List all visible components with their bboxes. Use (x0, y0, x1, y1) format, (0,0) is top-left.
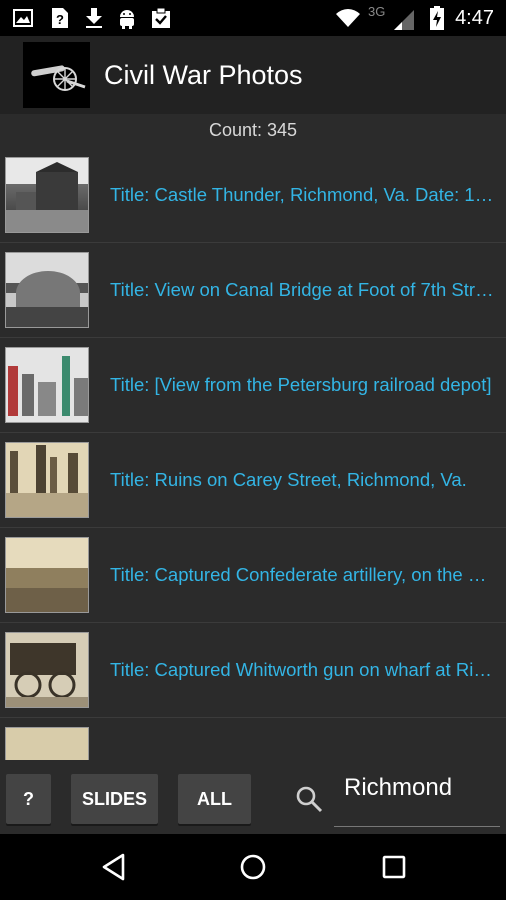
app-title: Civil War Photos (104, 60, 303, 90)
photo-title[interactable]: Title: [View from the Petersburg railroa… (110, 338, 498, 432)
photo-title[interactable]: Title: Captured Confederate artillery, o… (110, 528, 498, 622)
home-icon[interactable] (213, 834, 293, 900)
photo-row[interactable]: Title: Castle Thunder, Richmond, Va. Dat… (0, 148, 506, 243)
photo-title[interactable]: Title: View on Canal Bridge at Foot of 7… (110, 243, 498, 337)
photo-thumbnail (5, 632, 89, 708)
search-input[interactable]: Richmond (334, 768, 500, 827)
wifi-icon (334, 0, 362, 36)
photo-title[interactable]: Title: Captured Whitworth gun on wharf a… (110, 623, 498, 717)
count-label: Count: 345 (208, 120, 298, 140)
photo-thumbnail (5, 347, 89, 423)
sim-question-icon: ? (48, 0, 72, 36)
photo-row[interactable] (0, 718, 506, 760)
cannon-icon[interactable] (23, 42, 90, 108)
search-icon[interactable] (294, 784, 324, 814)
photo-row[interactable]: Title: View on Canal Bridge at Foot of 7… (0, 243, 506, 338)
photo-title[interactable]: Title: Castle Thunder, Richmond, Va. Dat… (110, 148, 498, 242)
photo-title[interactable]: Title: Ruins on Carey Street, Richmond, … (110, 433, 498, 527)
status-time: 4:47 (455, 7, 494, 29)
back-icon[interactable] (74, 834, 154, 900)
signal-icon: 3G (366, 0, 418, 36)
photo-row[interactable]: Title: Captured Confederate artillery, o… (0, 528, 506, 623)
photo-thumbnail (5, 252, 89, 328)
photo-thumbnail (5, 157, 89, 233)
download-icon (82, 0, 106, 36)
network-type-label: 3G (368, 4, 386, 19)
photo-title[interactable] (110, 718, 498, 760)
svg-text:?: ? (56, 12, 64, 27)
recents-icon[interactable] (354, 834, 434, 900)
battery-charging-icon (428, 0, 446, 36)
search-input-value: Richmond (344, 774, 453, 801)
bottom-controls: ? SLIDES ALL Richmond (0, 760, 506, 834)
photo-list[interactable]: Title: Castle Thunder, Richmond, Va. Dat… (0, 148, 506, 760)
photo-thumbnail (5, 727, 89, 760)
photo-thumbnail (5, 442, 89, 518)
navigation-bar (0, 834, 506, 900)
app-bar: Civil War Photos (0, 36, 506, 114)
photo-row[interactable]: Title: [View from the Petersburg railroa… (0, 338, 506, 433)
slides-button[interactable]: SLIDES (71, 774, 158, 824)
photo-row[interactable]: Title: Captured Whitworth gun on wharf a… (0, 623, 506, 718)
android-icon (114, 0, 140, 36)
all-button[interactable]: ALL (178, 774, 251, 824)
image-icon (10, 0, 36, 36)
photo-thumbnail (5, 537, 89, 613)
status-bar: ? 3G 4:47 (0, 0, 506, 36)
photo-row[interactable]: Title: Ruins on Carey Street, Richmond, … (0, 433, 506, 528)
help-button[interactable]: ? (6, 774, 51, 824)
clipboard-check-icon (148, 0, 174, 36)
